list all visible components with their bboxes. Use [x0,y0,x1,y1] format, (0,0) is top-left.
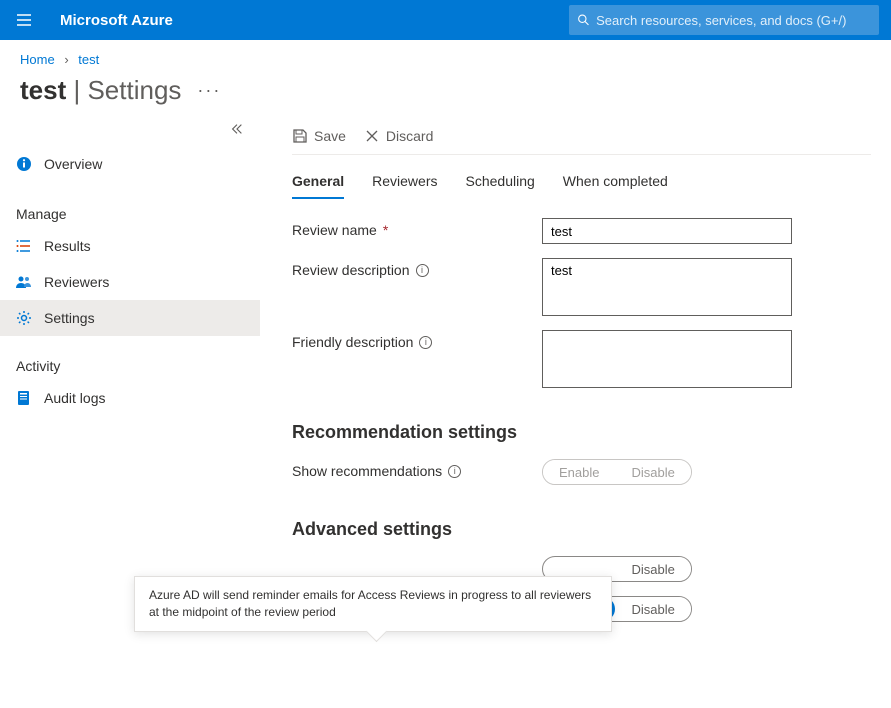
row-review-name: Review name * [292,218,871,244]
row-review-description: Review description i test [292,258,871,316]
sidebar-item-label: Audit logs [44,390,105,406]
page-title-name: test [20,75,66,105]
tab-reviewers[interactable]: Reviewers [372,173,437,199]
book-icon [16,390,32,406]
save-button[interactable]: Save [292,128,346,144]
search-box[interactable] [569,5,879,35]
tab-strip: General Reviewers Scheduling When comple… [292,173,871,200]
sidebar-item-results[interactable]: Results [0,228,260,264]
heading-advanced: Advanced settings [292,519,871,540]
toggle-reminders-disable[interactable]: Disable [615,597,690,621]
hamburger-menu[interactable] [0,0,48,40]
search-wrap [569,5,879,35]
label-review-name: Review name * [292,218,542,238]
info-icon[interactable]: i [448,465,461,478]
toggle-show-recommendations: Enable Disable [542,459,692,485]
list-icon [16,238,32,254]
title-more-button[interactable]: ··· [197,80,221,101]
input-review-description[interactable]: test [542,258,792,316]
toggle-disable: Disable [615,460,690,484]
close-icon [364,128,380,144]
sidebar-item-reviewers[interactable]: Reviewers [0,264,260,300]
label-hidden [292,556,542,560]
required-indicator: * [383,222,388,238]
content-panel: Save Discard General Reviewers Schedulin… [260,122,891,636]
sidebar-item-audit-logs[interactable]: Audit logs [0,380,260,416]
collapse-sidebar-button[interactable] [230,122,244,141]
row-friendly-description: Friendly description i [292,330,871,388]
sidebar-item-label: Settings [44,310,95,326]
label-show-recommendations: Show recommendations i [292,459,542,479]
sidebar-item-label: Results [44,238,91,254]
heading-recommendation: Recommendation settings [292,422,871,443]
tab-general[interactable]: General [292,173,344,199]
info-icon[interactable]: i [416,264,429,277]
settings-form: Review name * Review description i test … [292,218,871,622]
search-icon [577,13,590,27]
label-review-description: Review description i [292,258,542,278]
toggle-enable: Enable [543,460,615,484]
topbar: Microsoft Azure [0,0,891,40]
toolbar: Save Discard [292,122,871,155]
menu-icon [16,12,32,28]
sidebar: Overview Manage Results Reviewers Settin… [0,122,260,636]
page-title-subtitle: Settings [87,75,181,105]
chevron-double-left-icon [230,122,244,136]
people-icon [16,274,32,290]
tab-scheduling[interactable]: Scheduling [466,173,535,199]
info-icon [16,156,32,172]
page-title: test | Settings [20,75,181,106]
breadcrumb-separator: › [64,52,68,67]
reminders-tooltip: Azure AD will send reminder emails for A… [134,576,612,632]
search-input[interactable] [596,13,871,28]
save-label: Save [314,128,346,144]
input-friendly-description[interactable] [542,330,792,388]
label-friendly-description: Friendly description i [292,330,542,350]
breadcrumb-home[interactable]: Home [20,52,55,67]
sidebar-section-manage: Manage [0,194,260,228]
brand-label: Microsoft Azure [60,12,173,29]
info-icon[interactable]: i [419,336,432,349]
sidebar-item-label: Reviewers [44,274,109,290]
sidebar-section-activity: Activity [0,346,260,380]
sidebar-item-settings[interactable]: Settings [0,300,260,336]
row-show-recommendations: Show recommendations i Enable Disable [292,459,871,485]
breadcrumb: Home › test [0,40,891,71]
sidebar-item-overview[interactable]: Overview [0,146,260,182]
discard-label: Discard [386,128,433,144]
gear-icon [16,310,32,326]
tab-when-completed[interactable]: When completed [563,173,668,199]
breadcrumb-current[interactable]: test [78,52,99,67]
toggle-disable[interactable]: Disable [615,557,690,581]
save-icon [292,128,308,144]
sidebar-item-label: Overview [44,156,102,172]
discard-button[interactable]: Discard [364,128,433,144]
page-title-row: test | Settings ··· [0,71,891,122]
input-review-name[interactable] [542,218,792,244]
